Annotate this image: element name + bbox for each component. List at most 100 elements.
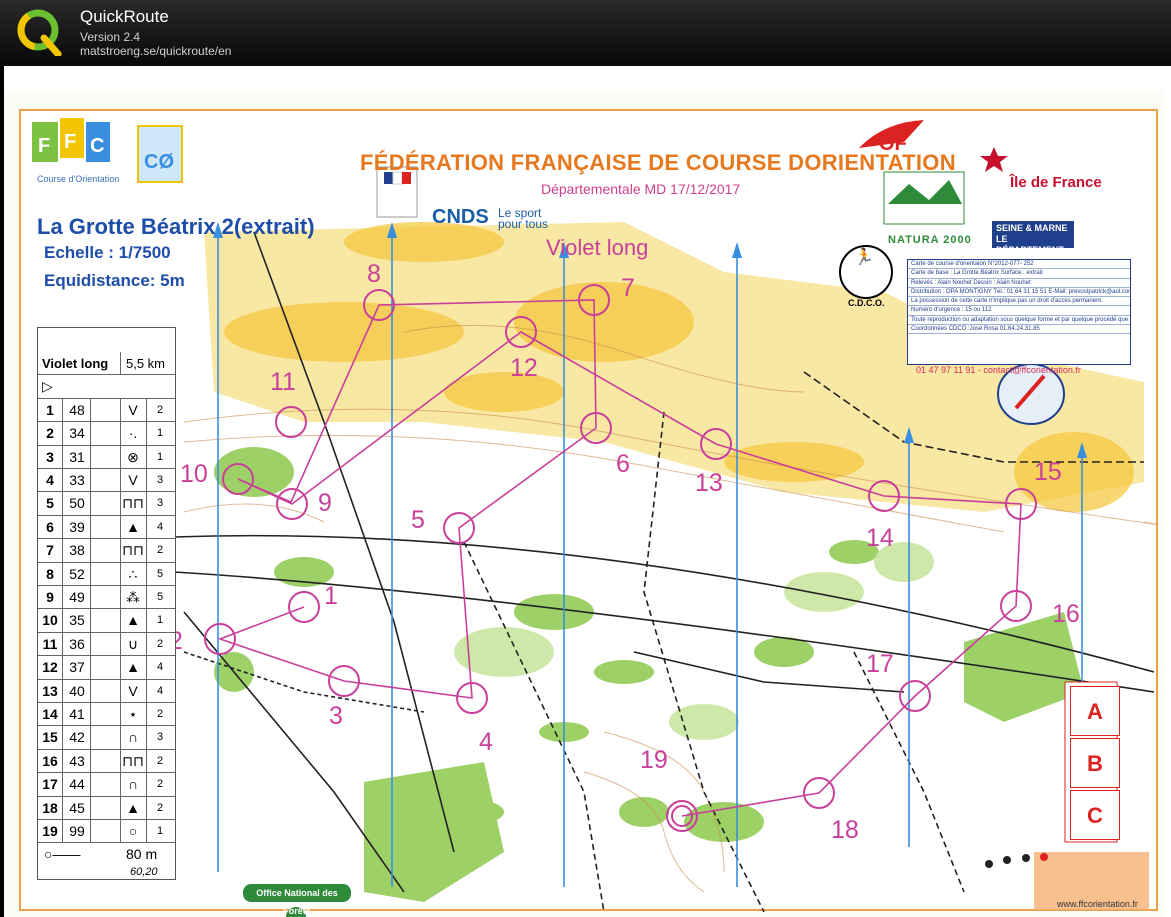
desc-cell-sym: ·. <box>128 425 138 442</box>
desc-divider <box>120 492 121 516</box>
app-url[interactable]: matstroeng.se/quickroute/en <box>80 44 231 58</box>
desc-cell-code: 50 <box>69 495 85 512</box>
cdco-logo-text: C.D.C.O. <box>848 298 885 308</box>
desc-cell-sym: ▲ <box>126 518 140 535</box>
desc-finish-row: ○—— 80 m <box>38 843 175 866</box>
map-canvas[interactable]: F F C CØ OF 🏃 FÉDÉRATION FRANÇAISE DE CO… <box>4 66 1171 917</box>
desc-cell-last: 2 <box>156 637 164 650</box>
desc-row: 4 33 V 3 <box>38 469 175 493</box>
svg-text:🏃: 🏃 <box>854 247 874 266</box>
desc-cell-n: 18 <box>42 799 58 816</box>
course-scale: Echelle : 1/7500 <box>44 243 171 262</box>
desc-divider <box>90 656 91 680</box>
desc-start-row: ▷ <box>38 375 175 399</box>
control-number: 13 <box>695 469 723 497</box>
desc-divider <box>146 703 147 726</box>
natura-logo-icon <box>883 171 965 225</box>
desc-row: 12 37 ▲ 4 <box>38 656 175 680</box>
info-line: Carte de course d'orientaion N°2012-077-… <box>908 260 1130 270</box>
desc-divider <box>62 492 63 516</box>
desc-divider <box>120 469 121 492</box>
desc-row: 11 36 ∪ 2 <box>38 632 175 657</box>
desc-divider <box>62 445 63 469</box>
desc-divider <box>62 562 63 586</box>
desc-cell-n: 16 <box>42 752 58 769</box>
desc-divider <box>146 586 147 609</box>
svg-text:CØ: CØ <box>144 151 174 173</box>
desc-row: 19 99 ○ 1 <box>38 820 175 844</box>
desc-divider <box>90 703 91 726</box>
desc-divider <box>120 749 121 773</box>
desc-class: Violet long <box>42 356 109 371</box>
desc-divider <box>120 398 121 422</box>
desc-cell-code: 49 <box>69 589 85 605</box>
desc-cell-last: 3 <box>156 731 164 744</box>
abc-box-b: B <box>1070 738 1120 788</box>
desc-cell-sym: ⊗ <box>127 448 139 465</box>
desc-divider <box>62 679 63 703</box>
desc-divider <box>120 445 121 469</box>
desc-cell-sym: V <box>128 472 138 488</box>
desc-cell-last: 2 <box>156 801 164 814</box>
quickroute-logo-icon <box>17 9 62 56</box>
desc-cell-last: 4 <box>156 684 164 697</box>
desc-divider <box>120 703 121 726</box>
control-number: 19 <box>640 746 668 774</box>
desc-divider <box>90 632 91 656</box>
desc-row: 5 50 ⊓⊓ 3 <box>38 492 175 516</box>
finish-circle-icon: ○—— <box>44 846 81 862</box>
map-header-title: FÉDÉRATION FRANÇAISE DE COURSE DORIENTAT… <box>360 150 956 175</box>
desc-divider <box>62 609 63 633</box>
desc-cell-last: 3 <box>156 497 164 510</box>
desc-cell-n: 2 <box>46 425 54 442</box>
desc-divider <box>146 422 147 446</box>
desc-cell-code: 43 <box>69 752 85 769</box>
desc-cell-last: 1 <box>156 614 164 627</box>
desc-cell-code: 33 <box>69 472 85 488</box>
cnds-logo-text: CNDS <box>432 206 489 228</box>
desc-divider <box>146 632 147 656</box>
onf-logo-text: Office National des Forêts <box>243 884 351 916</box>
desc-cell-sym: ⊓⊓ <box>122 495 144 512</box>
desc-divider <box>90 749 91 773</box>
course-title: La Grotte Béatrix 2(extrait) <box>37 214 315 239</box>
desc-divider <box>90 796 91 820</box>
app-name: QuickRoute <box>80 7 169 26</box>
desc-divider <box>120 820 121 843</box>
control-number: 16 <box>1052 600 1080 628</box>
desc-divider <box>62 820 63 843</box>
desc-divider <box>146 749 147 773</box>
desc-divider <box>90 609 91 633</box>
desc-divider <box>146 656 147 680</box>
info-line: Numéro d'urgence : 15 ou 112 <box>908 306 1130 316</box>
desc-cell-n: 7 <box>46 542 54 559</box>
seine-marne-logo: SEINE & MARNE LE DÉPARTEMENT <box>992 221 1074 255</box>
desc-cell-sym: ▲ <box>126 612 140 629</box>
info-line: Distribution : OPA MONTIGNY Tél.: 01 64 … <box>908 288 1130 298</box>
desc-cell-n: 3 <box>46 448 54 465</box>
desc-cell-last: 2 <box>156 708 164 720</box>
seine-marne-line-1: SEINE & MARNE <box>996 223 1068 233</box>
desc-cell-last: 5 <box>156 567 164 580</box>
desc-cell-sym: ▲ <box>126 659 140 676</box>
desc-divider <box>90 773 91 797</box>
desc-divider <box>90 445 91 469</box>
desc-divider <box>90 539 91 563</box>
desc-cell-last: 2 <box>156 778 164 791</box>
desc-divider <box>146 679 147 703</box>
desc-divider <box>120 539 121 563</box>
desc-cell-n: 13 <box>42 682 58 699</box>
desc-divider <box>120 609 121 633</box>
desc-cell-sym: ⋆ <box>128 706 138 722</box>
desc-cell-last: 1 <box>156 427 164 440</box>
desc-divider <box>90 492 91 516</box>
desc-row: 13 40 V 4 <box>38 679 175 703</box>
desc-distance: 5,5 km <box>126 356 166 371</box>
desc-divider <box>146 445 147 469</box>
control-number: 12 <box>510 354 538 382</box>
ffco-logo-icon: F F C <box>32 118 110 162</box>
desc-divider <box>146 796 147 820</box>
map-contact: 01 47 97 11 91 - contact@ffcorientation.… <box>916 365 1081 375</box>
ffco-subtitle: Course d'Orientation <box>37 174 120 184</box>
desc-cell-n: 6 <box>46 518 54 535</box>
